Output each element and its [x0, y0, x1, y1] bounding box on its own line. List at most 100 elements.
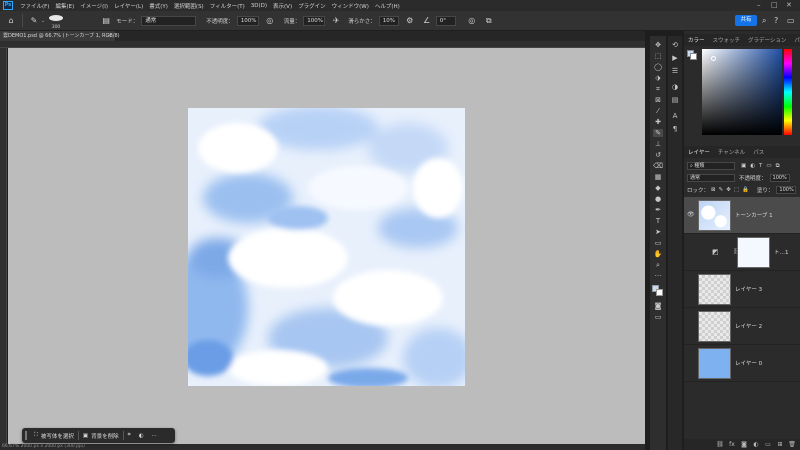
pressure-size-icon[interactable]: ◎ [466, 15, 478, 27]
remove-background-button[interactable]: ▣ 背景を削除 [79, 432, 123, 440]
brush-preset-picker[interactable]: 300 [48, 13, 64, 30]
menu-type[interactable]: 書式(Y) [146, 2, 171, 10]
chevron-down-icon[interactable]: ⌄ [41, 18, 45, 24]
path-select-tool-icon[interactable]: ➤ [653, 228, 663, 236]
paragraph-icon[interactable]: ¶ [670, 125, 680, 133]
filter-type-icon[interactable]: T [759, 163, 762, 169]
more-button[interactable]: ··· [148, 433, 161, 439]
lock-transparent-icon[interactable]: ⊠ [711, 187, 716, 193]
new-group-icon[interactable]: ▭ [764, 441, 772, 449]
gear-icon[interactable]: ⚙ [404, 15, 416, 27]
menu-help[interactable]: ヘルプ(H) [372, 2, 403, 10]
stamp-tool-icon[interactable]: ⊥ [653, 140, 663, 148]
workspace-icon[interactable]: ▭ [787, 16, 795, 25]
brush-tool-icon[interactable]: ✎ [653, 129, 663, 137]
gradient-tool-icon[interactable]: ▦ [653, 173, 663, 181]
tab-gradients[interactable]: グラデーション [744, 36, 790, 44]
share-button[interactable]: 共有 [735, 15, 757, 26]
lock-image-icon[interactable]: ✎ [719, 187, 724, 193]
layer-row[interactable]: レイヤー 3 [684, 271, 800, 308]
marquee-tool-icon[interactable]: ⬚ [653, 52, 663, 60]
color-picker-field[interactable] [702, 49, 782, 135]
screen-mode-icon[interactable]: ▭ [653, 313, 663, 321]
smoothing-field[interactable]: 10% [378, 15, 399, 26]
character-icon[interactable]: A [670, 112, 680, 120]
adjust-icon[interactable]: ◐ [135, 433, 148, 439]
filter-smart-icon[interactable]: ⧉ [776, 163, 780, 170]
tab-paths[interactable]: パス [749, 148, 768, 156]
drag-handle[interactable] [25, 431, 27, 440]
layer-row[interactable]: レイヤー 0 [684, 345, 800, 382]
menu-view[interactable]: 表示(V) [270, 2, 295, 10]
menu-filter[interactable]: フィルター(T) [207, 2, 248, 10]
actions-icon[interactable]: ▶ [670, 54, 680, 62]
mode-select[interactable]: 通常 [141, 15, 197, 26]
new-adjustment-icon[interactable]: ◐ [752, 441, 760, 449]
type-tool-icon[interactable]: T [653, 217, 663, 225]
menu-select[interactable]: 選択範囲(S) [171, 2, 207, 10]
object-select-tool-icon[interactable]: ⬗ [653, 74, 663, 82]
history-icon[interactable]: ⟲ [670, 41, 680, 49]
libraries-icon[interactable]: ▤ [670, 96, 680, 104]
home-icon[interactable]: ⌂ [5, 15, 17, 27]
link-layers-icon[interactable]: ⛓ [716, 441, 724, 449]
close-icon[interactable]: ✕ [786, 1, 792, 9]
brush-settings-icon[interactable]: ▤ [100, 15, 112, 27]
lasso-tool-icon[interactable]: ◯ [653, 63, 663, 71]
menu-edit[interactable]: 編集(E) [52, 2, 77, 10]
more-tools-icon[interactable]: ··· [653, 272, 663, 280]
brush-tool-icon[interactable]: ✎ [28, 15, 40, 27]
eraser-tool-icon[interactable]: ⌫ [653, 162, 663, 170]
menu-3d[interactable]: 3D(D) [248, 3, 270, 9]
flow-field[interactable]: 100% [303, 15, 326, 26]
new-layer-icon[interactable]: ⊞ [776, 441, 784, 449]
layer-row[interactable]: 👁 トーンカーブ 1 [684, 197, 800, 234]
shape-tool-icon[interactable]: ▭ [653, 239, 663, 247]
move-tool-icon[interactable]: ✥ [653, 41, 663, 49]
history-brush-tool-icon[interactable]: ↺ [653, 151, 663, 159]
zoom-tool-icon[interactable]: ⌕ [653, 261, 663, 269]
color-picker-cursor[interactable] [711, 56, 716, 61]
tab-layers[interactable]: レイヤー [684, 148, 714, 156]
layer-mask-thumbnail[interactable] [737, 237, 770, 268]
lock-artboard-icon[interactable]: ⬚ [734, 187, 739, 193]
lock-all-icon[interactable]: 🔒 [742, 187, 749, 193]
minimize-icon[interactable]: – [757, 1, 761, 9]
dodge-tool-icon[interactable]: ● [653, 195, 663, 203]
layer-filter-select[interactable]: ⌕ 種類 [687, 162, 735, 170]
healing-tool-icon[interactable]: ✚ [653, 118, 663, 126]
add-mask-icon[interactable]: ◙ [740, 441, 748, 449]
filter-adjust-icon[interactable]: ◐ [750, 163, 755, 169]
tab-channels[interactable]: チャンネル [714, 148, 749, 156]
frame-tool-icon[interactable]: ⊠ [653, 96, 663, 104]
layer-row[interactable]: ◩ ⛓ ト…1 [684, 234, 800, 271]
symmetry-icon[interactable]: ⧉ [483, 15, 495, 27]
menu-window[interactable]: ウィンドウ(W) [329, 2, 372, 10]
layer-row[interactable]: レイヤー 2 [684, 308, 800, 345]
crop-tool-icon[interactable]: ⌗ [653, 85, 663, 93]
visibility-toggle[interactable] [687, 359, 694, 366]
properties-icon[interactable]: ☰ [670, 67, 680, 75]
visibility-toggle[interactable] [687, 285, 694, 292]
search-icon[interactable]: ⌕ [762, 16, 766, 26]
menu-file[interactable]: ファイル(F) [17, 2, 52, 10]
menu-plugins[interactable]: プラグイン [295, 2, 329, 10]
tab-color[interactable]: カラー [684, 36, 709, 44]
document-tab[interactable]: 雲DEMO1.psd @ 66.7% (トーンカーブ 1, RGB/8) × [0, 31, 120, 41]
fx-icon[interactable]: fx [728, 441, 736, 449]
visibility-toggle[interactable] [687, 248, 694, 255]
close-tab-icon[interactable]: × [108, 31, 112, 41]
filter-shape-icon[interactable]: ▭ [766, 163, 771, 169]
pressure-opacity-icon[interactable]: ◎ [264, 15, 276, 27]
menu-layer[interactable]: レイヤー(L) [111, 2, 146, 10]
opacity-field[interactable]: 100% [236, 15, 259, 26]
airbrush-icon[interactable]: ✈ [330, 15, 342, 27]
help-icon[interactable]: ? [774, 16, 778, 25]
hue-slider[interactable] [784, 49, 792, 135]
select-subject-button[interactable]: ⛶ 被写体を選択 [30, 432, 78, 440]
background-color-swatch[interactable] [656, 289, 663, 296]
lock-position-icon[interactable]: ✥ [726, 187, 731, 193]
angle-field[interactable]: 0° [435, 15, 456, 26]
blend-mode-select[interactable]: 通常 [687, 174, 735, 182]
eyedropper-tool-icon[interactable]: ⁄ [653, 107, 663, 115]
